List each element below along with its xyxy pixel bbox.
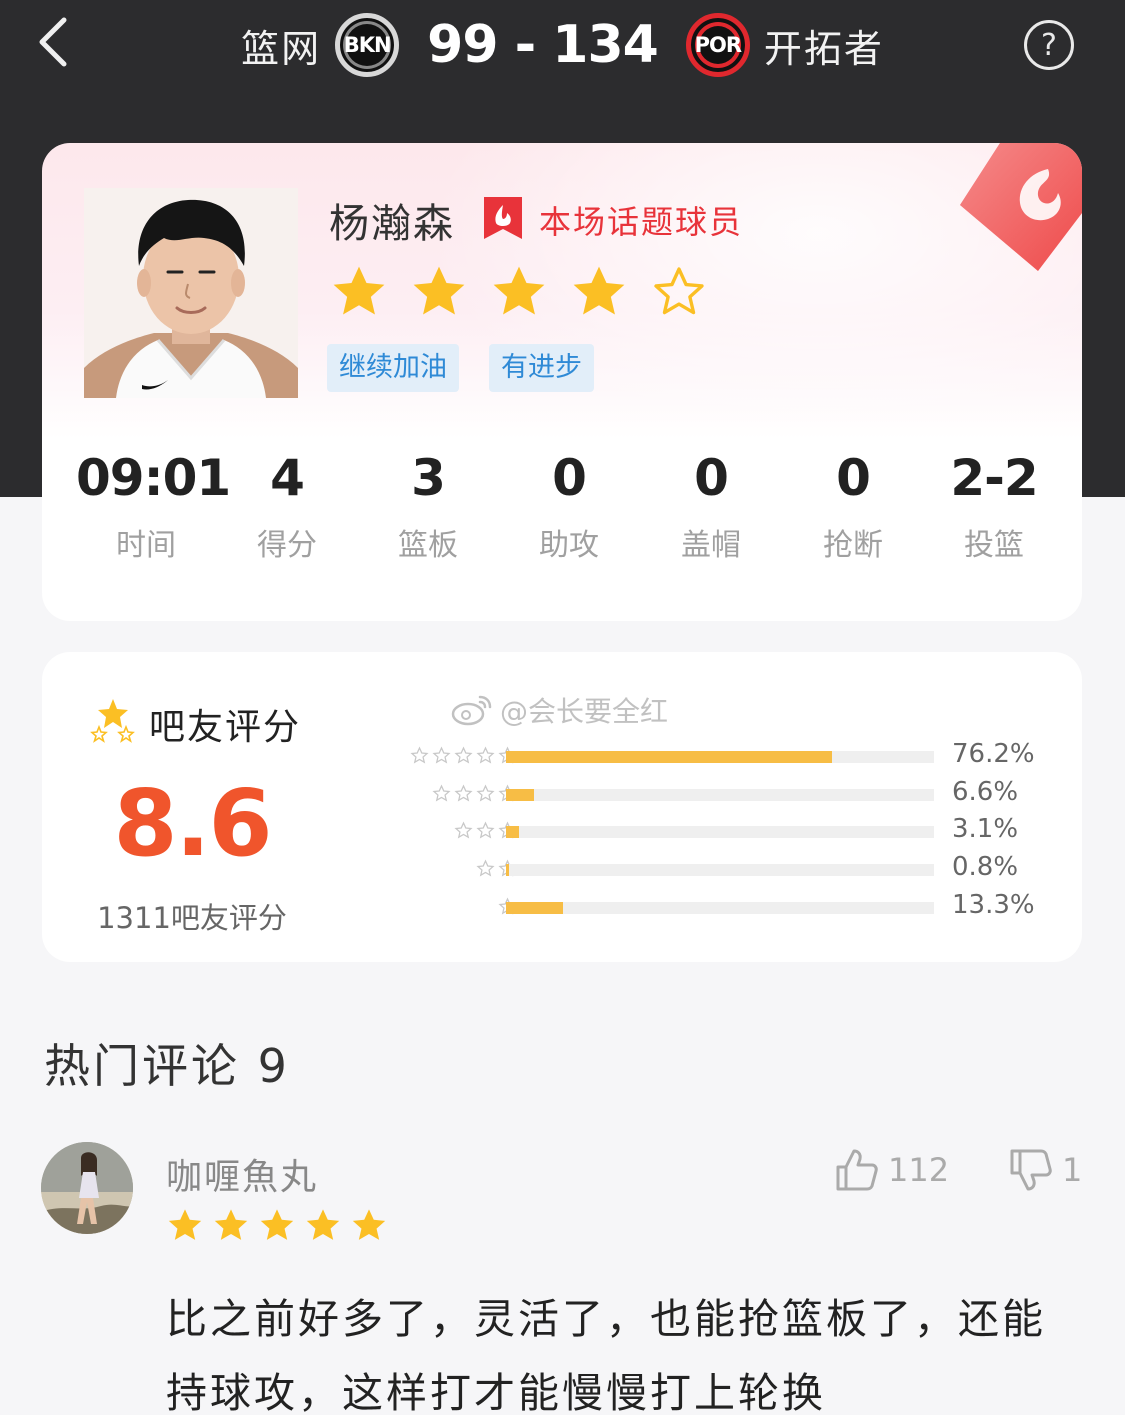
stat-minutes: 09:01 时间 (76, 448, 231, 564)
distribution-bar-fill (506, 826, 520, 838)
distribution-bar-fill (506, 751, 833, 763)
distribution-bar-track (506, 751, 934, 763)
distribution-stars (410, 746, 517, 768)
dislike-count: 1 (1062, 1151, 1083, 1189)
away-team-logo[interactable]: POR (685, 13, 750, 77)
distribution-percent: 76.2% (952, 739, 1035, 769)
distribution-percent: 0.8% (952, 852, 1019, 882)
stat-value: 0 (552, 449, 587, 507)
star-filled-icon (214, 1209, 248, 1240)
distribution-percent: 3.1% (952, 814, 1019, 844)
hot-comments-title: 热门评论 9 (44, 1039, 290, 1093)
fan-rating-count: 1311吧友评分 (97, 901, 287, 935)
home-team-abbr: BKN (343, 33, 392, 57)
star-outline-icon (476, 859, 495, 877)
rating-stars-icon (90, 699, 135, 743)
star-filled-icon (306, 1209, 340, 1240)
stat-blocks: 0 盖帽 (641, 448, 781, 564)
star-filled-icon (493, 266, 545, 315)
star-outline-icon (476, 746, 495, 764)
dislike-button[interactable]: 1 (1008, 1145, 1082, 1195)
star-outline-icon (410, 746, 429, 764)
rating-distribution-row: 3.1% (372, 814, 1032, 847)
distribution-percent: 13.3% (952, 890, 1035, 920)
watermark-text: @会长要全红 (500, 695, 669, 728)
stat-value: 0 (836, 449, 871, 507)
stat-rebounds: 3 篮板 (358, 448, 498, 564)
star-outline-icon (654, 267, 704, 315)
help-button[interactable]: ? (1024, 20, 1074, 70)
star-outline-icon (476, 784, 495, 802)
player-card: 杨瀚森 本场话题球员 继续加油 有进步 09:01 时间 4 得分 3 篮板 0… (42, 143, 1082, 621)
rating-distribution-row: 13.3% (372, 890, 1035, 923)
stat-label: 投篮 (964, 528, 1024, 563)
stat-value: 09:01 (76, 449, 231, 507)
like-button[interactable]: 112 (834, 1145, 949, 1195)
distribution-bar-fill (506, 902, 563, 914)
game-score-line: 篮网 BKN 99 - 134 POR 开拓者 (0, 0, 1125, 90)
stat-label: 得分 (257, 528, 317, 563)
stat-value: 3 (411, 449, 446, 507)
game-score: 99 - 134 (427, 15, 659, 75)
home-team-logo[interactable]: BKN (335, 13, 400, 77)
stat-label: 时间 (116, 528, 176, 563)
rating-distribution-row: 6.6% (372, 777, 1032, 810)
star-outline-icon (432, 746, 451, 764)
stat-label: 助攻 (539, 528, 599, 563)
distribution-bar-fill (506, 864, 510, 876)
player-name: 杨瀚森 (329, 201, 455, 247)
stat-steals: 0 抢断 (783, 448, 923, 564)
stat-label: 抢断 (823, 528, 883, 563)
stat-points: 4 得分 (217, 448, 357, 564)
thumbs-up-icon (836, 1149, 878, 1191)
star-outline-icon (454, 821, 473, 839)
home-team-name: 篮网 (241, 26, 322, 71)
rating-distribution-row: 76.2% (372, 739, 1035, 772)
top-bar: 篮网 BKN 99 - 134 POR 开拓者 ? (0, 0, 1125, 90)
fan-rating-title: 吧友评分 (149, 707, 302, 748)
distribution-stars (432, 784, 517, 806)
distribution-percent: 6.6% (952, 777, 1019, 807)
star-filled-icon (260, 1209, 294, 1240)
stat-label: 篮板 (398, 528, 458, 563)
thumbs-down-icon (1010, 1149, 1052, 1191)
hot-topic-icon (484, 197, 522, 239)
comment-text: 比之前好多了，灵活了，也能抢篮板了，还能持球攻，这样打才能慢慢打上轮换 (166, 1295, 1046, 1415)
star-outline-icon (454, 784, 473, 802)
stat-value: 2-2 (950, 449, 1038, 507)
player-avatar (84, 188, 298, 398)
star-outline-icon (476, 821, 495, 839)
watermark: @会长要全红 (450, 690, 668, 730)
fire-badge-icon (960, 143, 1082, 271)
stat-field-goals: 2-2 投篮 (924, 448, 1064, 564)
distribution-bar-track (506, 826, 934, 838)
comment-avatar[interactable] (41, 1142, 133, 1234)
star-filled-icon (333, 266, 385, 315)
star-filled-icon (352, 1209, 386, 1240)
stat-label: 盖帽 (681, 528, 741, 563)
stat-value: 4 (270, 449, 305, 507)
star-filled-icon (413, 266, 465, 315)
star-filled-icon (573, 266, 625, 315)
distribution-bar-track (506, 902, 934, 914)
distribution-bar-track (506, 789, 934, 801)
star-outline-icon (454, 746, 473, 764)
tag-keep-going[interactable]: 继续加油 (327, 344, 459, 392)
away-team-abbr: POR (694, 33, 742, 57)
fan-rating-score: 8.6 (113, 770, 273, 877)
comment-author[interactable]: 咖喱魚丸 (166, 1148, 318, 1200)
like-count: 112 (888, 1151, 950, 1189)
topic-player-label: 本场话题球员 (539, 203, 744, 241)
question-icon: ? (1041, 27, 1057, 63)
distribution-bar-track (506, 864, 934, 876)
star-outline-icon (432, 784, 451, 802)
stat-assists: 0 助攻 (499, 448, 639, 564)
tag-improved[interactable]: 有进步 (489, 344, 594, 392)
away-team-name: 开拓者 (763, 26, 884, 71)
rating-distribution-row: 0.8% (372, 852, 1032, 885)
star-filled-icon (168, 1209, 202, 1240)
distribution-bar-fill (506, 789, 535, 801)
stat-value: 0 (694, 449, 729, 507)
weibo-icon (451, 695, 492, 726)
